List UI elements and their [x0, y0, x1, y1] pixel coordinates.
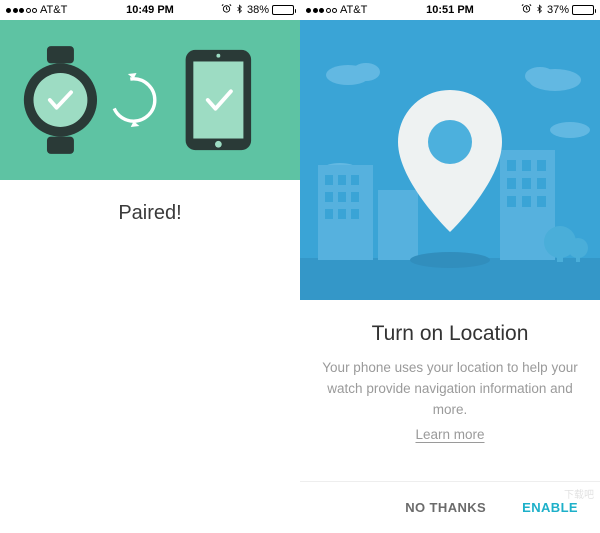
status-right: 38%	[221, 3, 294, 18]
location-hero-illustration	[300, 20, 600, 300]
no-thanks-button[interactable]: NO THANKS	[405, 500, 486, 515]
bluetooth-icon	[235, 3, 244, 18]
watch-phone-sync-icon	[20, 40, 280, 160]
screen-location: AT&T 10:51 PM 37%	[300, 0, 600, 533]
status-bar: AT&T 10:51 PM 37%	[300, 0, 600, 20]
location-description: Your phone uses your location to help yo…	[322, 358, 578, 421]
paired-hero-illustration	[0, 20, 300, 180]
status-left: AT&T	[6, 4, 67, 16]
status-bar: AT&T 10:49 PM 38%	[0, 0, 300, 20]
signal-dots-icon	[306, 8, 337, 13]
city-location-pin-icon	[300, 20, 600, 300]
carrier-label: AT&T	[340, 4, 367, 16]
paired-title: Paired!	[0, 202, 300, 225]
screen-paired: AT&T 10:49 PM 38%	[0, 0, 300, 533]
clock-label: 10:51 PM	[426, 4, 474, 16]
battery-icon	[572, 5, 594, 15]
learn-more-link[interactable]: Learn more	[415, 427, 484, 442]
battery-pct-label: 37%	[547, 4, 569, 16]
status-left: AT&T	[306, 4, 367, 16]
signal-dots-icon	[6, 8, 37, 13]
location-title: Turn on Location	[322, 322, 578, 346]
bluetooth-icon	[535, 3, 544, 18]
carrier-label: AT&T	[40, 4, 67, 16]
battery-icon	[272, 5, 294, 15]
bottom-action-bar: NO THANKS ENABLE	[300, 481, 600, 533]
status-right: 37%	[521, 3, 594, 18]
clock-label: 10:49 PM	[126, 4, 174, 16]
alarm-icon	[521, 3, 532, 17]
alarm-icon	[221, 3, 232, 17]
enable-button[interactable]: ENABLE	[522, 500, 578, 515]
battery-pct-label: 38%	[247, 4, 269, 16]
location-content: Turn on Location Your phone uses your lo…	[300, 300, 600, 481]
